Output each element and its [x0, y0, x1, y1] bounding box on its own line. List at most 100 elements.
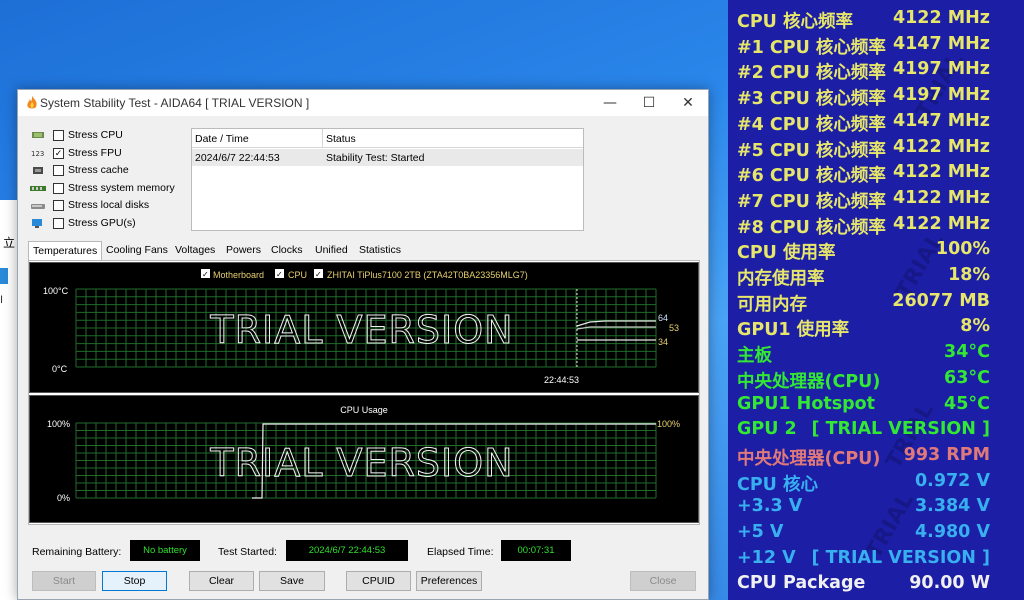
osd-row-label: 中央处理器(CPU)	[737, 448, 881, 469]
osd-row: 可用内存 26077 MB	[728, 289, 1024, 315]
log-column-status[interactable]: Status	[326, 133, 356, 145]
background-window-text: 立	[3, 236, 16, 250]
stress-gpu-label: Stress GPU(s)	[68, 216, 136, 229]
stress-cache-checkbox[interactable]	[53, 165, 64, 176]
osd-row-value: 993 RPM	[903, 444, 990, 465]
stress-cpu-label: Stress CPU	[68, 129, 123, 141]
svg-text:✓: ✓	[276, 270, 283, 279]
tab-powers[interactable]: Powers	[226, 244, 261, 256]
stress-memory-option[interactable]: Stress system memory	[30, 181, 190, 199]
start-button[interactable]: Start	[32, 571, 96, 591]
osd-row-label: #1 CPU 核心频率	[737, 37, 886, 58]
stability-test-window: System Stability Test - AIDA64 [ TRIAL V…	[17, 89, 709, 600]
cpuid-button[interactable]: CPUID	[346, 571, 411, 591]
cache-icon	[33, 167, 43, 174]
osd-row-label: CPU 使用率	[737, 243, 836, 264]
title-bar[interactable]: System Stability Test - AIDA64 [ TRIAL V…	[18, 90, 708, 116]
cpu-current-label: 100%	[657, 419, 680, 429]
osd-row-value: 4147 MHz	[892, 33, 990, 54]
log-column-separator	[322, 129, 323, 148]
tab-clocks[interactable]: Clocks	[271, 244, 303, 256]
cpu-ymin-label: 0%	[57, 493, 70, 503]
osd-row-label: +12 V	[737, 547, 796, 568]
osd-row-label: +5 V	[737, 522, 784, 542]
memory-icon	[30, 185, 46, 191]
svg-text:✓: ✓	[202, 270, 209, 279]
osd-row: +12 V [ TRIAL VERSION ]	[728, 546, 1024, 571]
osd-row: #8 CPU 核心频率 4122 MHz	[728, 212, 1024, 238]
osd-row-label: CPU 核心频率	[737, 12, 853, 32]
stress-disks-option[interactable]: Stress local disks	[30, 198, 190, 216]
osd-row: CPU 核心 0.972 V	[728, 469, 1024, 495]
clear-button[interactable]: Clear	[189, 571, 254, 591]
maximize-button[interactable]: ☐	[629, 90, 669, 116]
stress-cpu-option[interactable]: Stress CPU	[30, 128, 190, 146]
tab-unified[interactable]: Unified	[315, 244, 348, 256]
svg-text:123: 123	[31, 150, 44, 158]
sensor-osd-panel: TRIAL TRIAL TRIAL TRIAL CPU 核心频率 4122 MHz #1 …	[728, 0, 1024, 600]
svg-text:✓: ✓	[315, 270, 322, 279]
tab-statistics[interactable]: Statistics	[359, 244, 401, 256]
osd-row-value: 0.972 V	[915, 470, 990, 491]
temp-value-64: 64	[658, 313, 668, 323]
stress-disks-checkbox[interactable]	[53, 200, 64, 211]
battery-label: Remaining Battery:	[32, 546, 122, 558]
osd-row-label: 主板	[737, 346, 772, 367]
osd-row-value: 90.00 W	[909, 573, 990, 594]
tab-cooling-fans[interactable]: Cooling Fans	[106, 244, 168, 256]
osd-row-value: 63°C	[944, 367, 990, 388]
legend-motherboard-label: Motherboard	[213, 270, 264, 280]
osd-row-label: 中央处理器(CPU)	[737, 371, 881, 392]
close-window-button[interactable]: ✕	[668, 90, 708, 116]
osd-row: GPU1 Hotspot 45°C	[728, 392, 1024, 417]
elapsed-time-label: Elapsed Time:	[427, 546, 494, 558]
tab-voltages[interactable]: Voltages	[175, 244, 215, 256]
stress-fpu-label: Stress FPU	[68, 146, 122, 159]
stress-fpu-option[interactable]: 123 ✓ Stress FPU	[30, 146, 190, 164]
stress-memory-checkbox[interactable]	[53, 182, 64, 194]
osd-row: #4 CPU 核心频率 4147 MHz	[728, 109, 1024, 135]
osd-row-value: 26077 MB	[892, 290, 990, 311]
window-title: System Stability Test - AIDA64 [ TRIAL V…	[40, 96, 310, 110]
osd-row-value: 4122 MHz	[892, 162, 990, 183]
event-log-table[interactable]: Date / Time Status 2024/6/7 22:44:53 Sta…	[191, 128, 584, 231]
stress-cache-option[interactable]: Stress cache	[30, 163, 190, 181]
save-button[interactable]: Save	[259, 571, 325, 591]
osd-row-label: #5 CPU 核心频率	[737, 140, 886, 161]
osd-row-value: 45°C	[944, 393, 990, 414]
osd-row-value: 4122 MHz	[892, 187, 990, 208]
osd-row: GPU 2 [ TRIAL VERSION ]	[728, 417, 1024, 442]
osd-row-label: GPU 2	[737, 419, 797, 440]
stress-cpu-checkbox[interactable]	[53, 130, 64, 141]
osd-row-value: 4122 MHz	[892, 8, 990, 28]
close-button[interactable]: Close	[630, 571, 696, 591]
log-row[interactable]: 2024/6/7 22:44:53 Stability Test: Starte…	[192, 149, 583, 166]
tab-temperatures[interactable]: Temperatures	[28, 241, 103, 262]
stress-gpu-checkbox[interactable]	[53, 217, 64, 229]
osd-row-label: 内存使用率	[737, 269, 825, 289]
preferences-button[interactable]: Preferences	[416, 571, 482, 591]
status-bar: Remaining Battery: No battery Test Start…	[30, 540, 700, 562]
legend-cpu-label: CPU	[288, 270, 307, 280]
stress-fpu-checkbox[interactable]: ✓	[53, 147, 64, 159]
log-row-datetime: 2024/6/7 22:44:53	[195, 152, 280, 164]
background-window-pipe: I	[0, 294, 4, 306]
stress-options: Stress CPU 123 ✓ Stress FPU Stress cache…	[30, 128, 190, 233]
osd-row-label: #4 CPU 核心频率	[737, 114, 886, 135]
osd-row-value: [ TRIAL VERSION ]	[811, 419, 990, 440]
stop-button[interactable]: Stop	[102, 571, 167, 591]
stress-gpu-option[interactable]: Stress GPU(s)	[30, 216, 190, 234]
fpu-icon: 123	[31, 150, 44, 158]
temp-ymin-label: 0°C	[52, 364, 68, 374]
osd-row: #6 CPU 核心频率 4122 MHz	[728, 160, 1024, 186]
osd-row-value: 18%	[948, 265, 990, 285]
log-column-datetime[interactable]: Date / Time	[195, 133, 249, 145]
stress-cache-label: Stress cache	[68, 164, 129, 176]
temp-value-53: 53	[669, 323, 679, 333]
minimize-button[interactable]: —	[590, 90, 630, 116]
osd-row-label: #8 CPU 核心频率	[737, 217, 886, 238]
osd-row-label: GPU1 Hotspot	[737, 393, 876, 414]
osd-row-label: CPU Package	[737, 573, 866, 594]
osd-row: CPU 核心频率 4122 MHz	[728, 6, 1024, 32]
osd-row-label: #2 CPU 核心频率	[737, 63, 886, 84]
